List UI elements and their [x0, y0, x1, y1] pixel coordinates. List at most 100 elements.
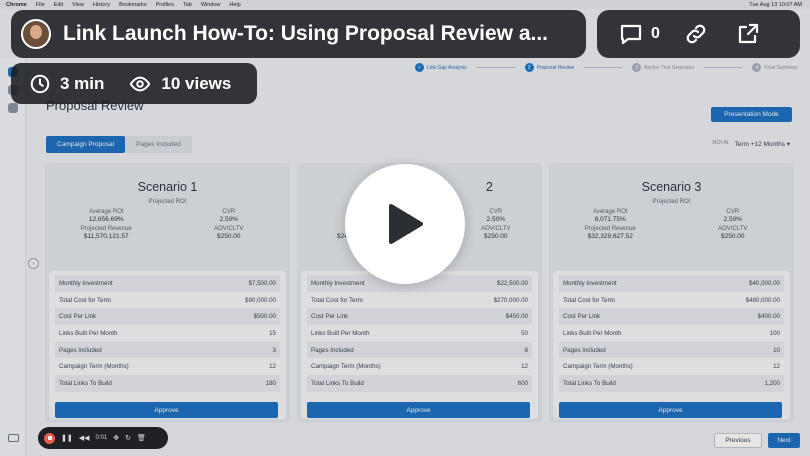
aov-value: $250.00	[217, 233, 241, 240]
approve-button[interactable]: Approve	[559, 402, 782, 418]
table-row: Total Cost for Term $90,000.00	[59, 296, 276, 304]
cvr-value: 2.50%	[723, 216, 742, 223]
average-roi-value: 12,656.69%	[88, 216, 124, 223]
step-connector	[704, 67, 743, 68]
menu-edit[interactable]: Edit	[54, 2, 63, 8]
chevron-right-icon[interactable]: ›	[28, 258, 39, 269]
table-row: Cost Per Link $500.00	[55, 308, 280, 326]
camera-icon[interactable]	[8, 434, 19, 442]
roi-term-select[interactable]: ROI At Term +12 Months ▾	[712, 140, 790, 148]
scenario-title: Scenario 3	[641, 180, 702, 194]
projected-roi-label: Projected ROI	[652, 199, 691, 205]
table-row: Total Cost for Term $270,000.00	[311, 296, 528, 304]
step-link-gap-analysis[interactable]: ✓ Link Gap Analysis	[414, 63, 467, 72]
table-row: Total Cost for Term $480,000.00	[563, 296, 780, 304]
menu-bookmarks[interactable]: Bookmarks	[119, 2, 147, 8]
menu-file[interactable]: File	[36, 2, 45, 8]
step-proposal-review[interactable]: 2 Proposal Review	[524, 63, 575, 72]
menu-tab[interactable]: Tab	[183, 2, 192, 8]
macos-menubar: Chrome File Edit View History Bookmarks …	[0, 0, 810, 9]
table-row: Links Built Per Month 100	[563, 329, 780, 337]
comment-count: 0	[651, 25, 660, 42]
scenario-details: Monthly Investment $22,500.00 Total Cost …	[301, 271, 538, 419]
play-button[interactable]	[345, 164, 465, 284]
menu-history[interactable]: History	[93, 2, 110, 8]
aov-value: $250.00	[721, 233, 745, 240]
step-connector	[476, 67, 515, 68]
menu-chrome[interactable]: Chrome	[6, 2, 27, 8]
previous-button[interactable]: Previous	[714, 433, 762, 448]
table-row: Total Links To Build 1,200	[559, 375, 784, 392]
scenario-title: Scenario 1	[137, 180, 198, 194]
tab-campaign-proposal[interactable]: Campaign Proposal	[46, 136, 126, 153]
view-count: 10 views	[161, 73, 232, 93]
step-number: 3	[632, 63, 642, 72]
rewind-icon[interactable]: ◀◀	[79, 434, 90, 442]
step-number: 2	[524, 63, 534, 72]
step-label: Proposal Review	[536, 64, 575, 71]
scenario-card-3: Scenario 3 Projected ROI Average ROI 8,07…	[549, 163, 794, 423]
presentation-mode-button[interactable]: Presentation Mode	[711, 107, 792, 122]
approve-button[interactable]: Approve	[307, 402, 530, 418]
step-final-summary[interactable]: 4 Final Summary	[752, 63, 798, 72]
menu-view[interactable]: View	[72, 2, 84, 8]
restart-icon[interactable]: ↻	[125, 434, 131, 442]
table-row: Monthly Investment $40,000.00	[559, 275, 784, 292]
check-icon: ✓	[414, 63, 424, 72]
clock-icon	[30, 74, 50, 93]
avatar[interactable]	[21, 19, 51, 49]
menu-window[interactable]: Window	[201, 2, 221, 8]
step-anchor-text-generator[interactable]: 3 Anchor Text Generator	[632, 63, 694, 72]
cvr-label: CVR	[726, 209, 740, 215]
projected-revenue-value: $11,570,121.57	[83, 233, 129, 240]
menu-profiles[interactable]: Profiles	[156, 2, 174, 8]
video-title-bar: Link Launch How-To: Using Proposal Revie…	[11, 10, 586, 58]
gear-icon[interactable]	[7, 103, 18, 113]
recording-time: 0:01	[95, 435, 108, 441]
step-number: 4	[752, 63, 762, 72]
average-roi-label: Average ROI	[88, 209, 124, 215]
projected-revenue-label: Projected Revenue	[584, 226, 636, 232]
roi-label: ROI At	[712, 140, 729, 146]
average-roi-value: 8,071.75%	[594, 216, 626, 223]
trash-icon[interactable]: 🗑	[137, 434, 146, 442]
tab-pages-included[interactable]: Pages Included	[125, 136, 192, 153]
projected-revenue-label: Projected Revenue	[80, 226, 132, 232]
video-meta: 3 min 10 views	[11, 63, 257, 104]
step-label: Link Gap Analysis	[426, 64, 467, 71]
menubar-clock: Tue Aug 13 10:07 AM	[749, 1, 802, 8]
table-row: Campaign Term (Months) 12	[59, 363, 276, 371]
projected-roi-label: Projected ROI	[148, 199, 187, 205]
play-icon	[389, 204, 423, 244]
link-icon[interactable]	[684, 22, 708, 46]
step-connector	[584, 67, 623, 68]
table-row: Pages Included 10	[559, 341, 784, 359]
external-link-icon[interactable]	[736, 22, 760, 46]
table-row: Pages Included 3	[55, 341, 280, 359]
table-row: Campaign Term (Months) 12	[563, 363, 780, 371]
aov-label: AOV/CLTV	[214, 226, 244, 232]
progress-stepper: ✓ Link Gap Analysis 2 Proposal Review 3 …	[414, 63, 798, 72]
proposal-tabs: Campaign Proposal Pages Included	[46, 136, 192, 153]
table-row: Pages Included 8	[307, 341, 532, 359]
table-row: Total Links To Build 180	[55, 375, 280, 392]
approve-button[interactable]: Approve	[55, 402, 278, 418]
scenario-card-1: Scenario 1 Projected ROI Average ROI 12,6…	[45, 163, 290, 423]
projected-revenue-value: $32,329,627.52	[587, 233, 633, 240]
step-label: Final Summary	[764, 64, 798, 71]
wizard-footer: Previous Next	[714, 433, 800, 448]
table-row: Links Built Per Month 50	[311, 329, 528, 337]
video-title[interactable]: Link Launch How-To: Using Proposal Revie…	[63, 22, 573, 46]
aov-label: AOV/CLTV	[718, 226, 748, 232]
stop-record-icon[interactable]	[44, 432, 55, 444]
comment-icon[interactable]	[619, 22, 643, 46]
next-button[interactable]: Next	[768, 433, 800, 448]
table-row: Total Links To Build 600	[307, 375, 532, 392]
scenario-details: Monthly Investment $40,000.00 Total Cost …	[553, 271, 790, 419]
table-row: Cost Per Link $400.00	[559, 308, 784, 326]
pause-icon[interactable]: ❚❚	[61, 434, 73, 442]
draw-icon[interactable]: ✥	[113, 434, 119, 442]
average-roi-label: Average ROI	[592, 209, 628, 215]
table-row: Campaign Term (Months) 12	[311, 363, 528, 371]
menu-help[interactable]: Help	[229, 2, 240, 8]
